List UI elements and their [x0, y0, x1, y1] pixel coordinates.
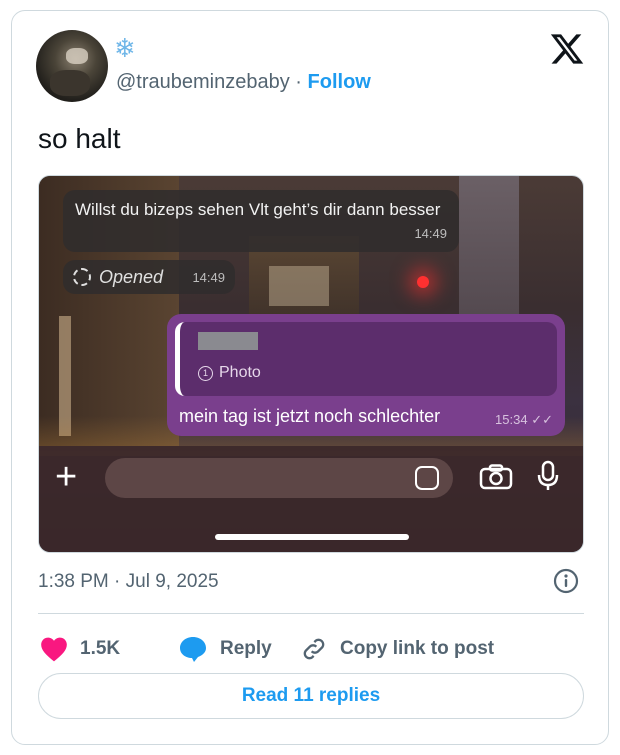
action-bar: 1.5K Reply Copy link to post — [38, 631, 584, 667]
incoming-message-text: Willst du bizeps sehen Vlt geht’s dir da… — [75, 200, 441, 219]
view-once-icon: 1 — [198, 365, 213, 381]
link-icon — [303, 638, 325, 660]
redacted-name — [198, 332, 258, 350]
reply-label: Reply — [220, 638, 272, 659]
read-replies-button[interactable]: Read 11 replies — [38, 673, 584, 719]
follow-button[interactable]: Follow — [308, 71, 371, 93]
x-logo-icon[interactable] — [549, 31, 585, 67]
camera-icon[interactable] — [479, 464, 513, 490]
reply-button[interactable]: Reply — [178, 631, 272, 667]
chat-input-bar: + — [39, 446, 583, 552]
copy-link-button[interactable]: Copy link to post — [300, 631, 494, 667]
heart-icon — [41, 637, 67, 662]
like-count: 1.5K — [80, 638, 121, 659]
message-input[interactable] — [105, 458, 453, 498]
snowflake-icon: ❄ — [114, 33, 136, 63]
outgoing-time-text: 15:34 — [495, 412, 528, 427]
info-icon[interactable] — [553, 568, 579, 594]
media-screenshot[interactable]: Willst du bizeps sehen Vlt geht’s dir da… — [38, 175, 584, 553]
author-handle[interactable]: @traubeminzebaby — [116, 71, 290, 93]
incoming-message: Willst du bizeps sehen Vlt geht’s dir da… — [63, 190, 459, 252]
outgoing-time: 15:34 ✓✓ — [495, 412, 553, 428]
read-check-icon: ✓✓ — [531, 412, 553, 427]
divider — [38, 613, 584, 614]
microphone-icon[interactable] — [537, 460, 559, 492]
tweet-card: ❄ @traubeminzebaby · Follow so halt Will… — [11, 10, 609, 745]
red-light — [417, 276, 429, 288]
opened-status: Opened 14:49 — [63, 260, 235, 294]
like-button[interactable]: 1.5K — [40, 631, 120, 667]
opened-time: 14:49 — [192, 269, 225, 285]
post-timestamp[interactable]: 1:38 PM · Jul 9, 2025 — [38, 571, 219, 593]
sticker-icon[interactable] — [415, 466, 439, 490]
speech-bubble-icon — [180, 637, 206, 662]
reply-preview: 1 Photo — [175, 322, 557, 396]
separator: · — [295, 71, 302, 93]
outgoing-message-text: mein tag ist jetzt noch schlechter — [179, 406, 441, 426]
incoming-time: 14:49 — [414, 226, 447, 241]
home-indicator — [215, 534, 409, 540]
copy-link-label: Copy link to post — [340, 638, 495, 659]
view-once-icon — [73, 268, 91, 286]
reply-photo-row: 1 Photo — [198, 364, 261, 382]
building-window — [269, 266, 329, 306]
tweet-text: so halt — [38, 123, 121, 154]
opened-label: Opened — [99, 266, 164, 287]
avatar[interactable] — [36, 30, 108, 102]
author-row: @traubeminzebaby · Follow — [116, 71, 371, 94]
outgoing-message: 1 Photo mein tag ist jetzt noch schlecht… — [167, 314, 565, 436]
reply-preview-label: Photo — [219, 364, 261, 381]
plus-icon[interactable]: + — [55, 458, 77, 496]
